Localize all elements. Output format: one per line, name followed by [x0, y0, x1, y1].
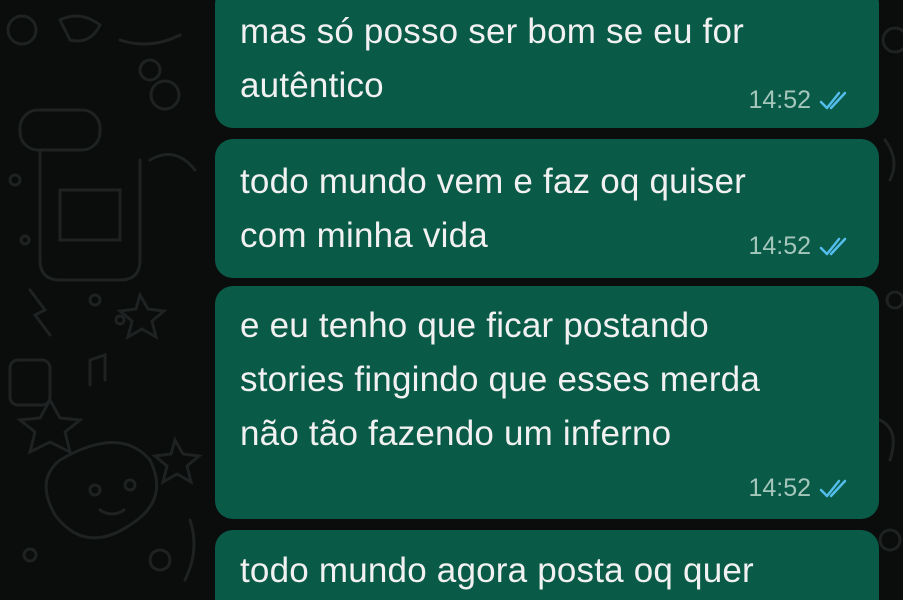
message-bubble-4[interactable]: todo mundo agora posta oq quer [215, 530, 879, 600]
message-text: mas só posso ser bom se eu for autêntico [240, 5, 744, 113]
message-line: e eu tenho que ficar postando [240, 306, 709, 345]
message-line: todo mundo vem e faz oq quiser [240, 162, 747, 201]
message-time: 14:52 [748, 232, 811, 260]
message-line: autêntico [240, 66, 384, 105]
message-meta: 14:52 [748, 474, 853, 503]
message-bubble-1[interactable]: mas só posso ser bom se eu for autêntico… [215, 0, 879, 128]
message-text: todo mundo agora posta oq quer [240, 544, 754, 598]
message-line: com minha vida [240, 216, 488, 255]
double-check-read-icon [819, 237, 853, 257]
message-meta: 14:52 [748, 86, 853, 115]
message-line: stories fingindo que esses merda [240, 360, 761, 399]
message-line: não tão fazendo um inferno [240, 414, 672, 453]
message-time: 14:52 [748, 86, 811, 114]
message-bubble-3[interactable]: e eu tenho que ficar postando stories fi… [215, 286, 879, 519]
double-check-read-icon [819, 91, 853, 111]
message-meta: 14:52 [748, 232, 853, 261]
message-text: todo mundo vem e faz oq quiser com minha… [240, 155, 746, 263]
message-text: e eu tenho que ficar postando stories fi… [240, 299, 760, 461]
message-line: mas só posso ser bom se eu for [240, 12, 744, 51]
double-check-read-icon [819, 479, 853, 499]
message-bubble-2[interactable]: todo mundo vem e faz oq quiser com minha… [215, 139, 879, 278]
message-time: 14:52 [748, 474, 811, 502]
message-line: todo mundo agora posta oq quer [240, 551, 754, 590]
